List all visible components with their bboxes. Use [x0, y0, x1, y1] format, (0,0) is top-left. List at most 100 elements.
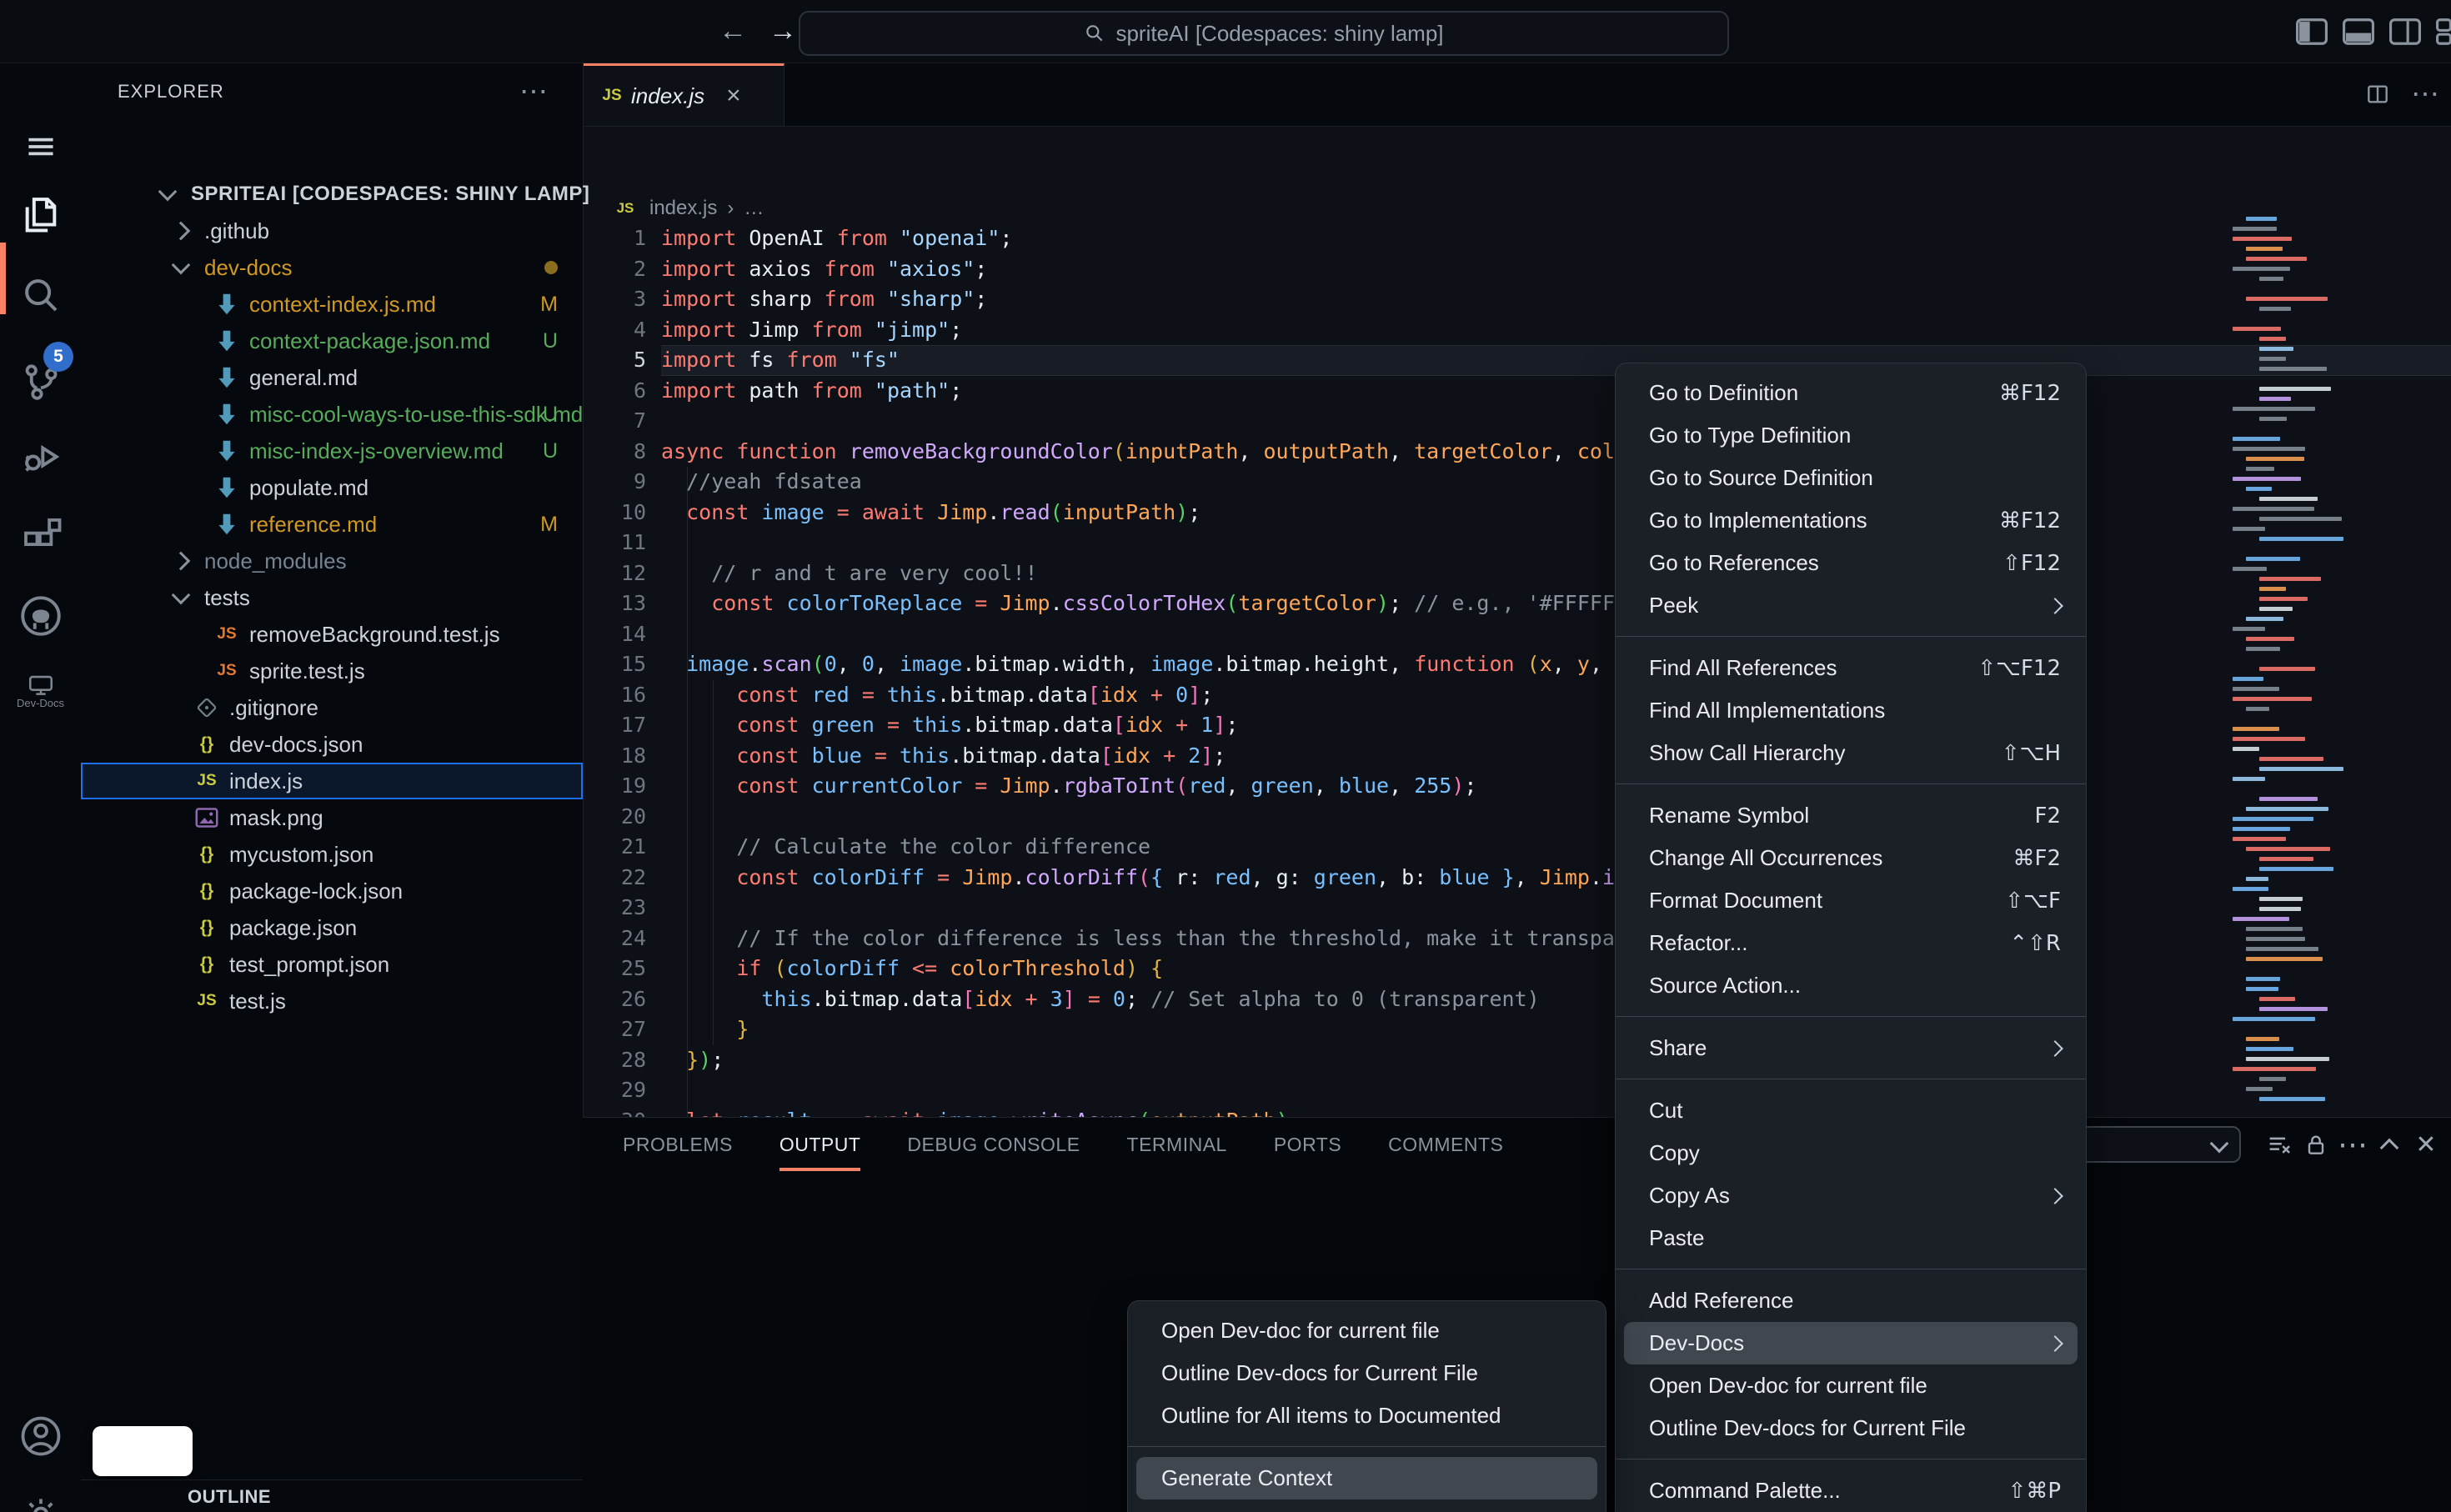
tree-item-context-index-js-md[interactable]: context-index.js.mdM	[81, 286, 583, 323]
toggle-secondary-sidebar-icon[interactable]	[2389, 18, 2421, 45]
tree-item-index-js[interactable]: JSindex.js	[81, 763, 583, 799]
command-center-search[interactable]: spriteAI [Codespaces: shiny lamp]	[799, 11, 1729, 56]
tree-item-misc-index-js-overview-md[interactable]: misc-index-js-overview.mdU	[81, 433, 583, 469]
code-line-25[interactable]: 25 if (colorDiff <= colorThreshold) {	[583, 954, 2451, 984]
editor-more-icon[interactable]: ⋯	[2411, 78, 2439, 111]
code-line-7[interactable]: 7	[583, 406, 2451, 437]
menu-item-generate-context[interactable]: Generate Context	[1136, 1457, 1597, 1499]
search-sidebar-icon[interactable]	[0, 260, 81, 330]
tree-item-sprite-test-js[interactable]: JSsprite.test.js	[81, 653, 583, 689]
tree-item-test-js[interactable]: JStest.js	[81, 983, 583, 1019]
menu-item-go-to-implementations[interactable]: Go to Implementations⌘F12	[1624, 499, 2078, 542]
menu-item-open-dev-doc-for-current-file[interactable]: Open Dev-doc for current file	[1136, 1309, 1597, 1352]
clear-output-icon[interactable]	[2261, 1130, 2298, 1159]
forward-icon[interactable]: →	[769, 15, 797, 48]
code-line-22[interactable]: 22 const colorDiff = Jimp.colorDiff({ r:…	[583, 863, 2451, 894]
code-line-18[interactable]: 18 const blue = this.bitmap.data[idx + 2…	[583, 741, 2451, 772]
code-line-5[interactable]: 5import fs from "fs"	[583, 345, 2451, 376]
tree-item-github[interactable]: .github	[81, 213, 583, 249]
customize-layout-icon[interactable]	[2436, 18, 2451, 45]
code-line-11[interactable]: 11	[583, 528, 2451, 558]
minimap[interactable]	[2233, 217, 2441, 1184]
menu-item-rename-symbol[interactable]: Rename SymbolF2	[1624, 794, 2078, 837]
code-line-13[interactable]: 13 const colorToReplace = Jimp.cssColorT…	[583, 588, 2451, 619]
menu-item-peek[interactable]: Peek	[1624, 584, 2078, 627]
dev-docs-extension-icon[interactable]: Dev-Docs	[0, 656, 81, 726]
panel-tab-debug-console[interactable]: DEBUG CONSOLE	[907, 1118, 1080, 1171]
tab-index-js[interactable]: JS index.js ×	[583, 63, 784, 126]
menu-item-add-reference[interactable]: Add Reference	[1624, 1279, 2078, 1322]
menu-item-outline-dev-docs-for-current-file[interactable]: Outline Dev-docs for Current File	[1136, 1352, 1597, 1394]
code-line-19[interactable]: 19 const currentColor = Jimp.rgbaToInt(r…	[583, 771, 2451, 802]
menu-item-open-dev-doc-for-current-file[interactable]: Open Dev-doc for current file	[1624, 1364, 2078, 1407]
close-panel-icon[interactable]: ✕	[2408, 1130, 2444, 1159]
code-line-12[interactable]: 12 // r and t are very cool!!	[583, 558, 2451, 589]
code-line-15[interactable]: 15 image.scan(0, 0, image.bitmap.width, …	[583, 649, 2451, 680]
code-line-9[interactable]: 9 //yeah fdsatea	[583, 467, 2451, 498]
maximize-panel-icon[interactable]	[2371, 1134, 2408, 1154]
toggle-sidebar-icon[interactable]	[2296, 18, 2328, 45]
tree-item-tests[interactable]: tests	[81, 579, 583, 616]
settings-gear-icon[interactable]	[0, 1479, 81, 1512]
breadcrumb-more[interactable]: …	[744, 197, 764, 220]
breadcrumb[interactable]: JS index.js › …	[614, 188, 764, 228]
menu-item-outline-for-all-items-to-documented[interactable]: Outline for All items to Documented	[1136, 1394, 1597, 1437]
run-debug-icon[interactable]	[0, 422, 81, 492]
panel-more-icon[interactable]: ⋯	[2334, 1127, 2371, 1162]
menu-item-format-document[interactable]: Format Document⇧⌥F	[1624, 879, 2078, 922]
tree-item-package-json[interactable]: {}package.json	[81, 909, 583, 946]
explorer-more-icon[interactable]: ⋯	[519, 83, 548, 100]
menu-item-copy[interactable]: Copy	[1624, 1132, 2078, 1174]
code-line-23[interactable]: 23	[583, 893, 2451, 924]
panel-tab-terminal[interactable]: TERMINAL	[1127, 1118, 1227, 1171]
menu-item-refactor[interactable]: Refactor...⌃⇧R	[1624, 922, 2078, 964]
menu-item-find-all-references[interactable]: Find All References⇧⌥F12	[1624, 647, 2078, 689]
code-line-1[interactable]: 1import OpenAI from "openai";	[583, 223, 2451, 254]
menu-item-cut[interactable]: Cut	[1624, 1089, 2078, 1132]
outline-section-header[interactable]: OUTLINE	[81, 1481, 271, 1512]
explorer-icon[interactable]	[0, 181, 81, 251]
code-line-29[interactable]: 29	[583, 1075, 2451, 1106]
menu-item-go-to-definition[interactable]: Go to Definition⌘F12	[1624, 372, 2078, 414]
tree-item-mycustom-json[interactable]: {}mycustom.json	[81, 836, 583, 873]
code-line-27[interactable]: 27 }	[583, 1014, 2451, 1045]
lock-scroll-icon[interactable]	[2298, 1131, 2334, 1158]
code-line-6[interactable]: 6import path from "path";	[583, 376, 2451, 407]
tree-item-populate-md[interactable]: populate.md	[81, 469, 583, 506]
menu-item-go-to-source-definition[interactable]: Go to Source Definition	[1624, 457, 2078, 499]
code-line-8[interactable]: 8async function removeBackgroundColor(in…	[583, 437, 2451, 468]
toggle-panel-icon[interactable]	[2343, 18, 2374, 45]
code-line-20[interactable]: 20	[583, 802, 2451, 833]
breadcrumb-file[interactable]: index.js	[649, 197, 717, 220]
code-line-3[interactable]: 3import sharp from "sharp";	[583, 284, 2451, 315]
menu-item-source-action[interactable]: Source Action...	[1624, 964, 2078, 1007]
tree-item-reference-md[interactable]: reference.mdM	[81, 506, 583, 543]
tree-item-gitignore[interactable]: .gitignore	[81, 689, 583, 726]
code-line-21[interactable]: 21 // Calculate the color difference	[583, 832, 2451, 863]
tree-item-mask-png[interactable]: mask.png	[81, 799, 583, 836]
tree-item-package-lock-json[interactable]: {}package-lock.json	[81, 873, 583, 909]
tree-item-misc-cool-ways-to-use-this-sdk-md[interactable]: misc-cool-ways-to-use-this-sdk.mdU	[81, 396, 583, 433]
code-line-24[interactable]: 24 // If the color difference is less th…	[583, 924, 2451, 954]
github-icon[interactable]	[0, 581, 81, 651]
code-editor[interactable]: 1import OpenAI from "openai";2import axi…	[583, 223, 2451, 1136]
code-line-2[interactable]: 2import axios from "axios";	[583, 254, 2451, 285]
split-editor-icon[interactable]	[2364, 81, 2391, 108]
tree-item-dev-docs[interactable]: dev-docs	[81, 249, 583, 286]
menu-item-paste[interactable]: Paste	[1624, 1217, 2078, 1259]
menu-item-go-to-type-definition[interactable]: Go to Type Definition	[1624, 414, 2078, 457]
panel-tab-ports[interactable]: PORTS	[1274, 1118, 1341, 1171]
tree-item-dev-docs-json[interactable]: {}dev-docs.json	[81, 726, 583, 763]
code-line-4[interactable]: 4import Jimp from "jimp";	[583, 315, 2451, 346]
menu-item-dev-docs[interactable]: Dev-Docs	[1624, 1322, 2078, 1364]
menu-item-show-call-hierarchy[interactable]: Show Call Hierarchy⇧⌥H	[1624, 732, 2078, 774]
code-line-14[interactable]: 14	[583, 619, 2451, 650]
panel-tab-problems[interactable]: PROBLEMS	[623, 1118, 733, 1171]
menu-item-copy-as[interactable]: Copy As	[1624, 1174, 2078, 1217]
menu-item-go-to-references[interactable]: Go to References⇧F12	[1624, 542, 2078, 584]
menu-item-change-all-occurrences[interactable]: Change All Occurrences⌘F2	[1624, 837, 2078, 879]
tree-item-general-md[interactable]: general.md	[81, 359, 583, 396]
menu-item-share[interactable]: Share	[1624, 1027, 2078, 1069]
menu-item-find-all-implementations[interactable]: Find All Implementations	[1624, 689, 2078, 732]
output-channel-select[interactable]	[2071, 1126, 2241, 1163]
